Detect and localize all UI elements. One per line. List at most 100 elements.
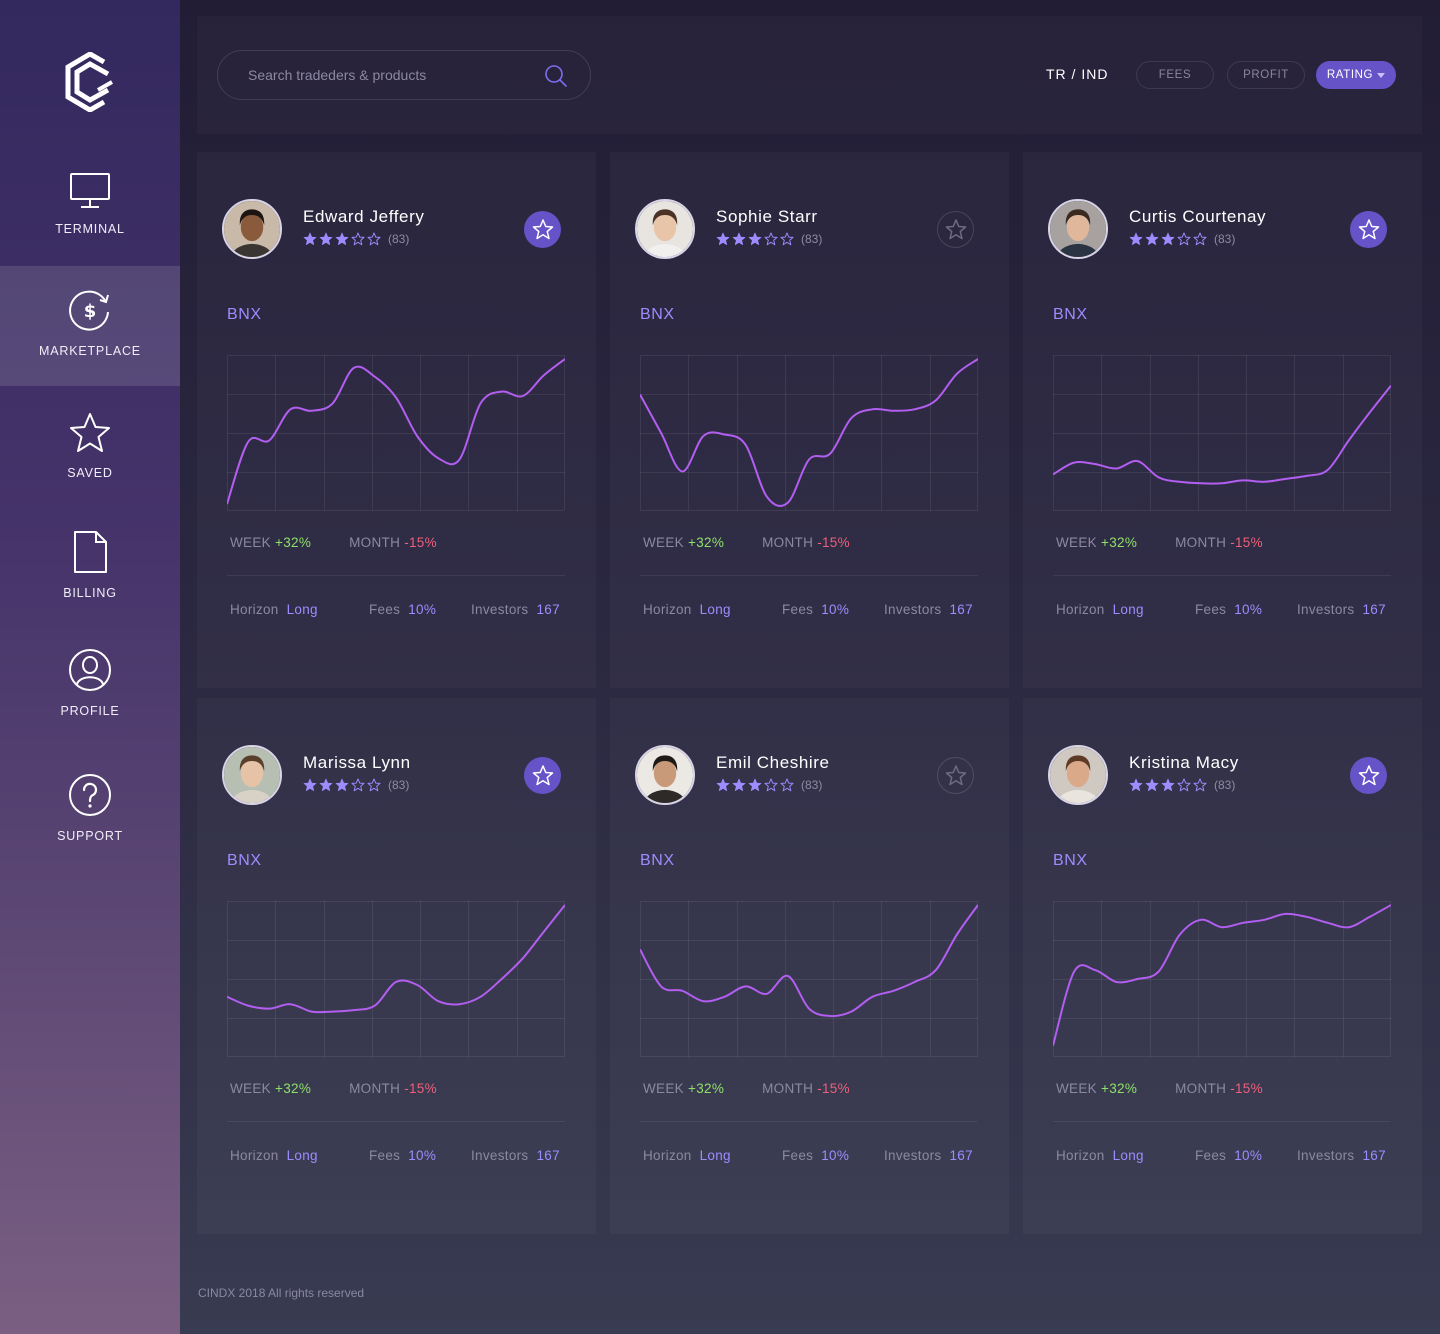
- month-label: MONTH: [349, 535, 401, 550]
- search-icon[interactable]: [544, 64, 568, 88]
- investors-value: 167: [536, 602, 560, 617]
- star-filled-icon: [335, 778, 349, 792]
- ticker-label: BNX: [227, 852, 262, 869]
- nav-label: PROFILE: [60, 704, 120, 718]
- horizon-label: Horizon: [643, 602, 692, 617]
- rating-count: (83): [388, 232, 410, 246]
- avatar[interactable]: [222, 745, 282, 805]
- trader-name: Marissa Lynn: [303, 753, 411, 772]
- avatar[interactable]: [635, 199, 695, 259]
- investors-value: 167: [1362, 602, 1386, 617]
- favorite-button[interactable]: [524, 211, 561, 248]
- favorite-button[interactable]: [937, 757, 974, 794]
- star-filled-icon: [1145, 232, 1159, 246]
- document-icon: [74, 531, 107, 573]
- trader-meta: Horizon Long Fees 10% Investors 167: [230, 602, 560, 617]
- favorite-button[interactable]: [1350, 757, 1387, 794]
- trader-meta: Horizon Long Fees 10% Investors 167: [230, 1148, 560, 1163]
- filter-fees-button[interactable]: FEES: [1136, 61, 1214, 89]
- star-outline-icon: [780, 232, 794, 246]
- trader-card[interactable]: Marissa Lynn (83) BNX WEEK +32% MONTH -1…: [197, 698, 596, 1234]
- fees-label: Fees: [369, 602, 401, 617]
- month-label: MONTH: [762, 1081, 814, 1096]
- fees-value: 10%: [1234, 602, 1263, 617]
- investors-value: 167: [1362, 1148, 1386, 1163]
- star-filled-icon: [1129, 232, 1143, 246]
- star-filled-icon: [335, 232, 349, 246]
- star-icon: [945, 765, 966, 786]
- week-value: +32%: [275, 1081, 312, 1096]
- avatar[interactable]: [635, 745, 695, 805]
- rating-count: (83): [388, 778, 410, 792]
- rating-count: (83): [801, 778, 823, 792]
- week-label: WEEK: [1056, 1081, 1097, 1096]
- investors-value: 167: [949, 1148, 973, 1163]
- chart-grid: [227, 901, 565, 1057]
- horizon-value: Long: [286, 1148, 318, 1163]
- trader-card[interactable]: Kristina Macy (83) BNX WEEK +32% MONTH -…: [1023, 698, 1422, 1234]
- trader-card[interactable]: Emil Cheshire (83) BNX WEEK +32% MONTH -…: [610, 698, 1009, 1234]
- star-icon: [1358, 219, 1379, 240]
- nav-support[interactable]: SUPPORT: [0, 773, 180, 893]
- search-input[interactable]: [248, 51, 528, 99]
- filter-profit-button[interactable]: PROFIT: [1227, 61, 1305, 89]
- divider: [227, 1121, 565, 1122]
- favorite-button[interactable]: [937, 211, 974, 248]
- fees-value: 10%: [408, 1148, 437, 1163]
- ticker-label: BNX: [1053, 852, 1088, 869]
- divider: [1053, 1121, 1391, 1122]
- avatar[interactable]: [1048, 199, 1108, 259]
- month-value: -15%: [817, 535, 850, 550]
- star-outline-icon: [764, 232, 778, 246]
- avatar[interactable]: [222, 199, 282, 259]
- trader-card[interactable]: Curtis Courtenay (83) BNX WEEK +32% MONT…: [1023, 152, 1422, 688]
- week-label: WEEK: [230, 1081, 271, 1096]
- trader-meta: Horizon Long Fees 10% Investors 167: [1056, 602, 1386, 617]
- star-icon: [945, 219, 966, 240]
- ticker-label: BNX: [227, 306, 262, 323]
- star-outline-icon: [764, 778, 778, 792]
- rating-count: (83): [1214, 778, 1236, 792]
- horizon-label: Horizon: [230, 1148, 279, 1163]
- avatar[interactable]: [1048, 745, 1108, 805]
- chart-grid: [1053, 901, 1391, 1057]
- trader-card[interactable]: Sophie Starr (83) BNX WEEK +32% MONTH -1…: [610, 152, 1009, 688]
- rating-count: (83): [801, 232, 823, 246]
- region-selector[interactable]: TR / IND: [1046, 66, 1108, 82]
- rating-count: (83): [1214, 232, 1236, 246]
- performance-summary: WEEK +32% MONTH -15%: [230, 535, 437, 550]
- question-icon: [69, 774, 111, 816]
- search-box[interactable]: [217, 50, 591, 100]
- nav-billing[interactable]: BILLING: [0, 530, 180, 650]
- week-label: WEEK: [230, 535, 271, 550]
- month-value: -15%: [404, 1081, 437, 1096]
- horizon-value: Long: [699, 1148, 731, 1163]
- divider: [640, 1121, 978, 1122]
- favorite-button[interactable]: [1350, 211, 1387, 248]
- investors-label: Investors: [884, 602, 942, 617]
- filter-rating-button[interactable]: RATING: [1316, 61, 1396, 89]
- fees-value: 10%: [408, 602, 437, 617]
- favorite-button[interactable]: [524, 757, 561, 794]
- trader-meta: Horizon Long Fees 10% Investors 167: [643, 602, 973, 617]
- star-filled-icon: [748, 232, 762, 246]
- week-label: WEEK: [643, 535, 684, 550]
- trader-name: Curtis Courtenay: [1129, 207, 1267, 226]
- performance-chart: [1053, 355, 1391, 511]
- star-outline-icon: [367, 232, 381, 246]
- user-icon: [69, 649, 111, 691]
- performance-summary: WEEK +32% MONTH -15%: [643, 535, 850, 550]
- nav-saved[interactable]: SAVED: [0, 412, 180, 532]
- star-outline-icon: [780, 778, 794, 792]
- nav-profile[interactable]: PROFILE: [0, 648, 180, 768]
- chart-series-line: [227, 904, 565, 1014]
- star-outline-icon: [1193, 232, 1207, 246]
- investors-label: Investors: [1297, 602, 1355, 617]
- week-value: +32%: [688, 1081, 725, 1096]
- star-filled-icon: [732, 778, 746, 792]
- month-label: MONTH: [349, 1081, 401, 1096]
- cindx-logo-icon[interactable]: [64, 52, 116, 112]
- trader-card[interactable]: Edward Jeffery (83) BNX WEEK +32% MONTH …: [197, 152, 596, 688]
- nav-marketplace[interactable]: $ MARKETPLACE: [0, 266, 180, 386]
- week-value: +32%: [275, 535, 312, 550]
